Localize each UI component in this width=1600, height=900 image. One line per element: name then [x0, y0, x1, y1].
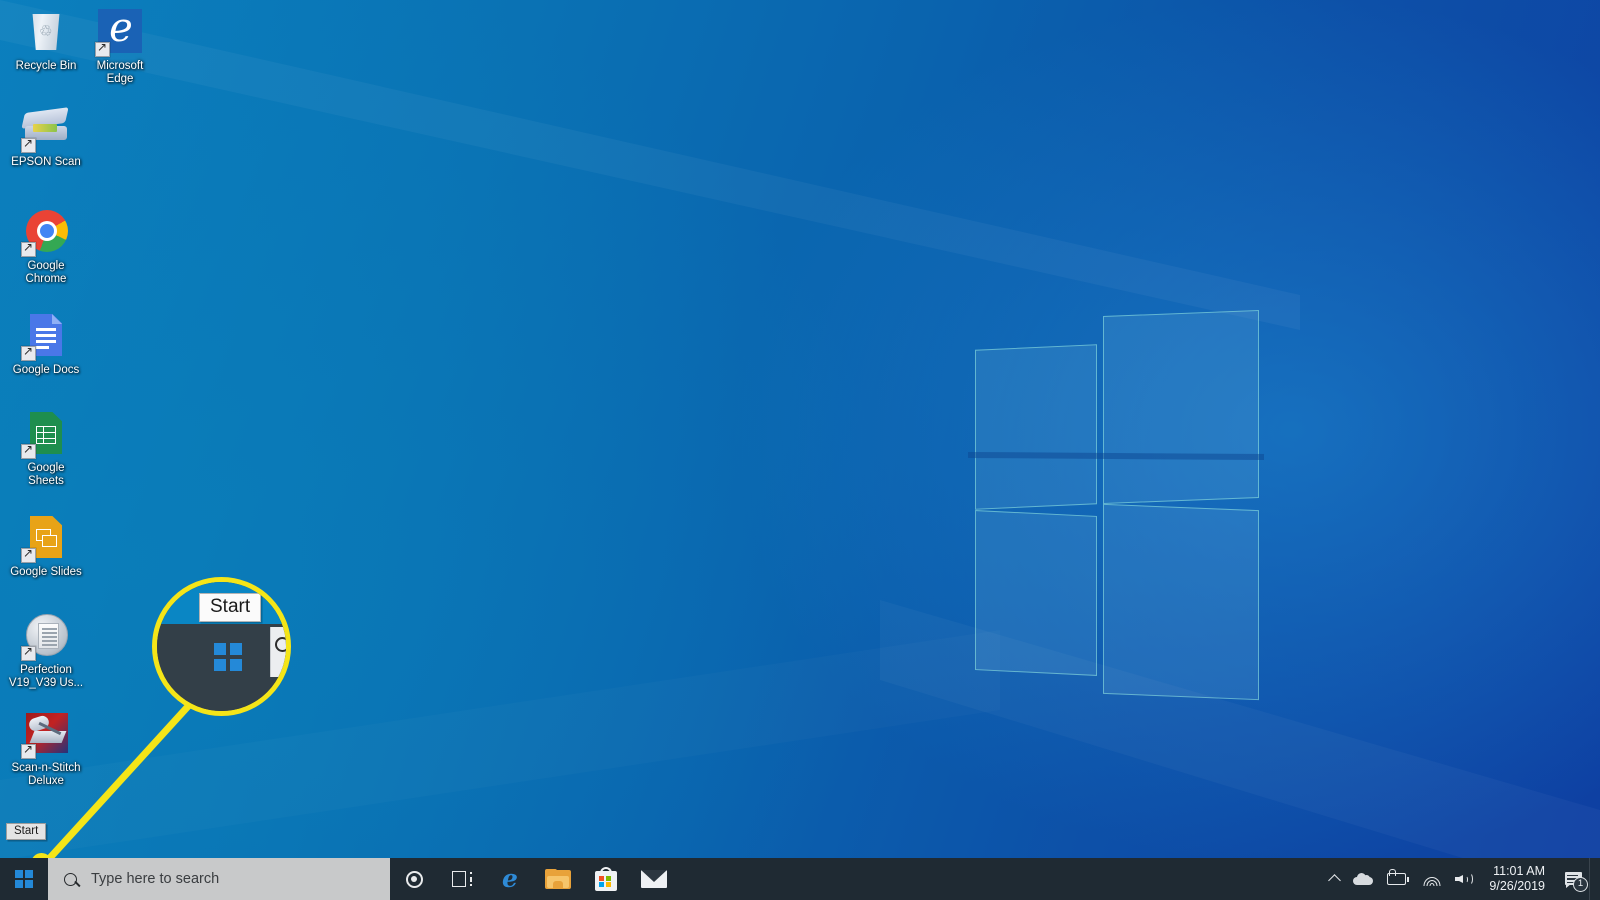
clock-time: 11:01 AM: [1493, 864, 1545, 879]
task-view-button[interactable]: [438, 858, 486, 900]
desktop-icon-google-slides[interactable]: Google Slides: [8, 514, 84, 579]
magnified-search-icon: [275, 637, 290, 652]
edge-taskbar-button[interactable]: e: [486, 858, 534, 900]
google-slides-icon: [22, 514, 70, 562]
desktop-icon-label: Google Docs: [8, 364, 84, 377]
file-explorer-button[interactable]: [534, 858, 582, 900]
microsoft-store-icon: [595, 867, 617, 891]
system-tray: 11:01 AM 9/26/2019 1: [1323, 858, 1600, 900]
shortcut-arrow-icon: [95, 42, 110, 57]
desktop-icon-label: Scan-n-Stitch Deluxe: [8, 762, 84, 787]
start-tooltip: Start: [6, 823, 46, 840]
microsoft-store-button[interactable]: [582, 858, 630, 900]
mail-icon: [641, 870, 667, 888]
taskbar: Type here to search e: [0, 858, 1600, 900]
google-chrome-icon: [22, 208, 70, 256]
task-view-icon: [452, 871, 472, 887]
battery-tray-button[interactable]: [1380, 858, 1416, 900]
desktop-icon-label: EPSON Scan: [8, 156, 84, 169]
battery-icon: [1387, 873, 1409, 885]
desktop-icon-google-chrome[interactable]: Google Chrome: [8, 208, 84, 285]
magnified-search-box: [270, 627, 291, 677]
windows-hero-logo: [970, 305, 1270, 620]
network-tray-button[interactable]: [1416, 858, 1448, 900]
wallpaper-light-beam: [0, 600, 1000, 900]
mail-button[interactable]: [630, 858, 678, 900]
desktop-icon-microsoft-edge[interactable]: e Microsoft Edge: [82, 8, 158, 85]
magnifier-callout: Start: [152, 577, 291, 716]
shortcut-arrow-icon: [21, 548, 36, 563]
cortana-button[interactable]: [390, 858, 438, 900]
windows-logo-icon: [15, 870, 33, 888]
volume-tray-button[interactable]: [1448, 858, 1481, 900]
wifi-icon: [1423, 872, 1441, 886]
desktop-icon-recycle-bin[interactable]: ♲ Recycle Bin: [8, 8, 84, 73]
taskbar-clock[interactable]: 11:01 AM 9/26/2019: [1481, 858, 1557, 900]
desktop-icon-epson-scan[interactable]: EPSON Scan: [8, 104, 84, 169]
volume-icon: [1455, 872, 1474, 887]
hero-pane-bottom-left: [975, 510, 1097, 676]
shortcut-arrow-icon: [21, 646, 36, 661]
desktop-icon-label: Perfection V19_V39 Us...: [8, 664, 84, 689]
onedrive-tray-button[interactable]: [1346, 858, 1380, 900]
desktop-wallpaper: [0, 0, 1600, 900]
microsoft-edge-icon: e: [502, 866, 518, 892]
microsoft-edge-icon: e: [96, 8, 144, 56]
start-button[interactable]: [0, 858, 48, 900]
magnifier-circle: Start: [152, 577, 291, 716]
desktop-icon-label: Google Slides: [8, 566, 84, 579]
desktop-icon-scan-n-stitch[interactable]: Scan-n-Stitch Deluxe: [8, 710, 84, 787]
desktop-icon-label: Microsoft Edge: [82, 60, 158, 85]
action-center-button[interactable]: 1: [1557, 858, 1589, 900]
desktop-icon-label: Recycle Bin: [8, 60, 84, 73]
onedrive-cloud-icon: [1353, 873, 1373, 885]
hero-pane-top-right: [1103, 310, 1259, 504]
notification-badge: 1: [1573, 877, 1588, 892]
search-input[interactable]: Type here to search: [48, 858, 390, 900]
perfection-scanner-icon: [22, 612, 70, 660]
chevron-up-icon: [1329, 874, 1342, 887]
google-sheets-icon: [22, 410, 70, 458]
desktop-icon-google-sheets[interactable]: Google Sheets: [8, 410, 84, 487]
search-placeholder: Type here to search: [91, 871, 219, 887]
magnified-start-tooltip: Start: [199, 593, 261, 622]
wallpaper-light-beam: [0, 0, 1300, 330]
shortcut-arrow-icon: [21, 744, 36, 759]
show-hidden-icons-button[interactable]: [1323, 858, 1346, 900]
cortana-icon: [406, 871, 423, 888]
recycle-bin-icon: ♲: [22, 8, 70, 56]
shortcut-arrow-icon: [21, 138, 36, 153]
desktop-icon-google-docs[interactable]: Google Docs: [8, 312, 84, 377]
desktop-icon-label: Google Sheets: [8, 462, 84, 487]
magnified-windows-logo-icon: [214, 643, 242, 671]
desktop-icon-label: Google Chrome: [8, 260, 84, 285]
scan-n-stitch-icon: [22, 710, 70, 758]
epson-scan-icon: [22, 104, 70, 152]
search-icon: [64, 873, 77, 886]
shortcut-arrow-icon: [21, 346, 36, 361]
hero-pane-bottom-right: [1103, 504, 1259, 700]
file-explorer-icon: [545, 869, 571, 889]
hero-pane-top-left: [975, 344, 1097, 510]
show-desktop-button[interactable]: [1589, 858, 1596, 900]
google-docs-icon: [22, 312, 70, 360]
clock-date: 9/26/2019: [1489, 879, 1545, 894]
desktop-icon-perfection-scanner[interactable]: Perfection V19_V39 Us...: [8, 612, 84, 689]
shortcut-arrow-icon: [21, 444, 36, 459]
shortcut-arrow-icon: [21, 242, 36, 257]
